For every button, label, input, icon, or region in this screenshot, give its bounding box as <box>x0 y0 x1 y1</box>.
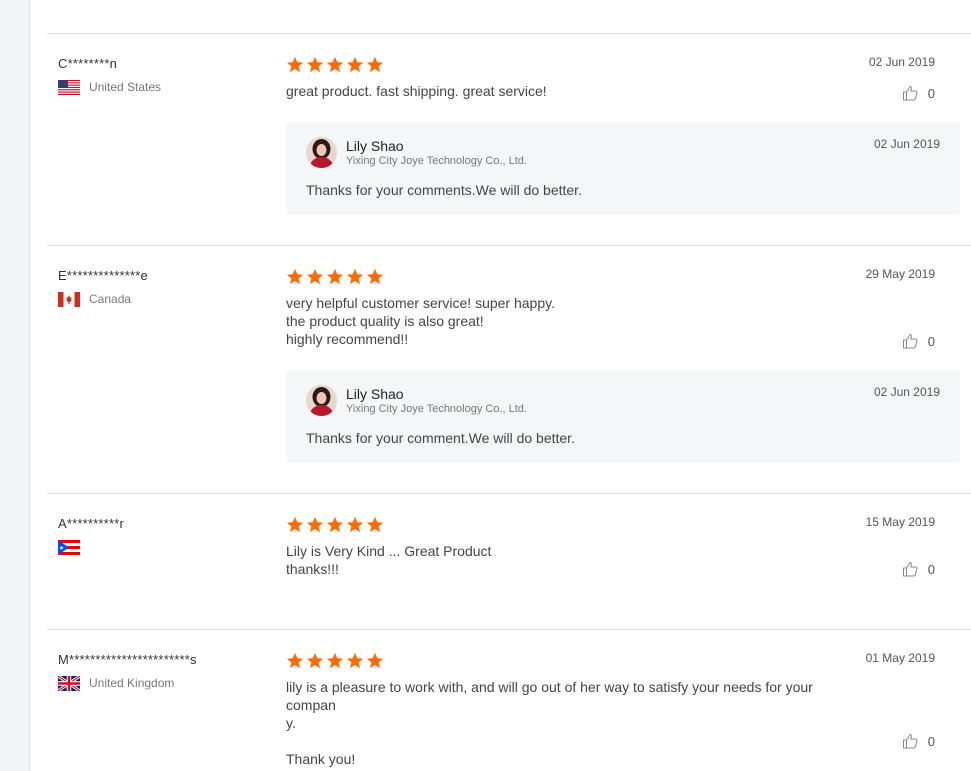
thumbs-up-icon <box>902 85 918 101</box>
star-icon <box>366 56 384 73</box>
review-text: very helpful customer service! super hap… <box>286 295 555 347</box>
star-icon <box>326 516 344 533</box>
review-item: M***********************s United Kingdom <box>47 629 971 771</box>
left-rail <box>0 0 30 771</box>
page: C********n United States great product. … <box>0 0 971 771</box>
star-icon <box>306 516 324 533</box>
like-button[interactable]: 0 <box>902 733 935 749</box>
canada-flag-icon <box>58 291 80 307</box>
star-icon <box>306 268 324 285</box>
buyer-info: C********n United States <box>58 56 258 95</box>
buyer-country: United States <box>58 79 258 95</box>
review-content: lily is a pleasure to work with, and wil… <box>286 652 936 768</box>
star-icon <box>326 56 344 73</box>
seller-reply: Lily Shao Yixing City Joye Technology Co… <box>286 370 960 463</box>
reply-date: 02 Jun 2019 <box>873 385 940 399</box>
us-flag-icon <box>58 79 80 95</box>
buyer-name: A**********r <box>58 516 124 531</box>
review-text: Lily is Very Kind ... Great Product than… <box>286 543 492 577</box>
reply-text: Thanks for your comment.We will do bette… <box>306 430 575 446</box>
like-count: 0 <box>927 561 935 577</box>
star-icon <box>346 268 364 285</box>
review-date: 01 May 2019 <box>865 651 935 665</box>
review-date: 15 May 2019 <box>865 515 935 529</box>
seller-reply: Lily Shao Yixing City Joye Technology Co… <box>286 122 960 215</box>
reply-company: Yixing City Joye Technology Co., Ltd. <box>346 155 527 167</box>
star-icon <box>286 56 304 73</box>
uk-flag-icon <box>58 675 80 691</box>
like-button[interactable]: 0 <box>902 333 935 349</box>
star-icon <box>346 652 364 669</box>
star-icon <box>306 56 324 73</box>
review-content: Lily is Very Kind ... Great Product than… <box>286 516 936 578</box>
star-icon <box>326 652 344 669</box>
reviews-panel: C********n United States great product. … <box>31 0 971 771</box>
star-icon <box>346 516 364 533</box>
like-count: 0 <box>927 733 935 749</box>
review-item: E**************e Canada very helpful cus… <box>47 245 971 493</box>
buyer-country: Canada <box>58 291 258 307</box>
buyer-country <box>58 539 258 555</box>
buyer-info: M***********************s United Kingdom <box>58 652 258 691</box>
country-name: Canada <box>89 292 132 306</box>
review-date: 29 May 2019 <box>865 267 935 281</box>
star-icon <box>366 516 384 533</box>
like-button[interactable]: 0 <box>902 85 935 101</box>
star-icon <box>286 268 304 285</box>
buyer-name: E**************e <box>58 268 148 283</box>
buyer-info: A**********r <box>58 516 258 555</box>
star-icon <box>366 268 384 285</box>
review-date: 02 Jun 2019 <box>868 55 935 69</box>
star-icon <box>326 268 344 285</box>
review-item: C********n United States great product. … <box>47 33 971 245</box>
star-rating <box>286 516 936 536</box>
review-content: great product. fast shipping. great serv… <box>286 56 936 100</box>
thumbs-up-icon <box>902 333 918 349</box>
like-button[interactable]: 0 <box>902 561 935 577</box>
avatar <box>306 385 337 416</box>
country-name: United Kingdom <box>89 676 175 690</box>
reply-text: Thanks for your comments.We will do bett… <box>306 182 582 198</box>
top-spacer <box>31 0 971 33</box>
review-text: great product. fast shipping. great serv… <box>286 83 547 99</box>
buyer-info: E**************e Canada <box>58 268 258 307</box>
thumbs-up-icon <box>902 561 918 577</box>
star-icon <box>346 56 364 73</box>
buyer-name: M***********************s <box>58 652 197 667</box>
country-name: United States <box>89 80 162 94</box>
review-text: lily is a pleasure to work with, and wil… <box>286 679 813 767</box>
star-icon <box>286 516 304 533</box>
star-icon <box>286 652 304 669</box>
avatar <box>306 137 337 168</box>
review-content: very helpful customer service! super hap… <box>286 268 936 348</box>
reply-date: 02 Jun 2019 <box>873 137 940 151</box>
star-rating <box>286 56 936 76</box>
star-icon <box>306 652 324 669</box>
star-rating <box>286 652 936 672</box>
thumbs-up-icon <box>902 733 918 749</box>
reply-author-name: Lily Shao <box>346 138 404 154</box>
reply-company: Yixing City Joye Technology Co., Ltd. <box>346 403 527 415</box>
puerto-rico-flag-icon <box>58 539 80 555</box>
star-icon <box>366 652 384 669</box>
star-rating <box>286 268 936 288</box>
buyer-name: C********n <box>58 56 118 71</box>
like-count: 0 <box>927 85 935 101</box>
review-item: A**********r Lily is Very Kind ... Great… <box>47 493 971 629</box>
buyer-country: United Kingdom <box>58 675 258 691</box>
reply-author-name: Lily Shao <box>346 386 404 402</box>
like-count: 0 <box>927 333 935 349</box>
